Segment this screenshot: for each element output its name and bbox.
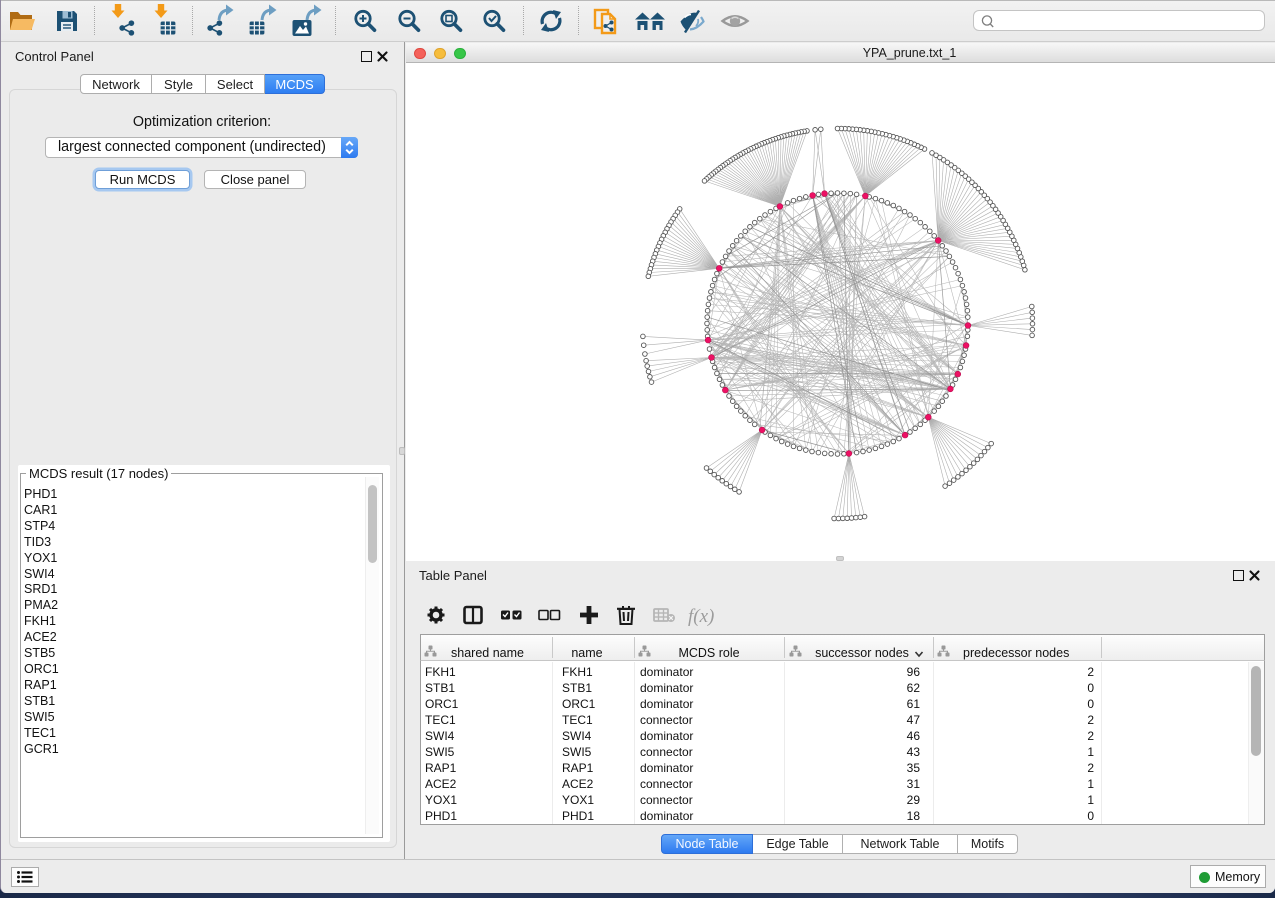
svg-text:f(x): f(x) <box>688 606 714 627</box>
